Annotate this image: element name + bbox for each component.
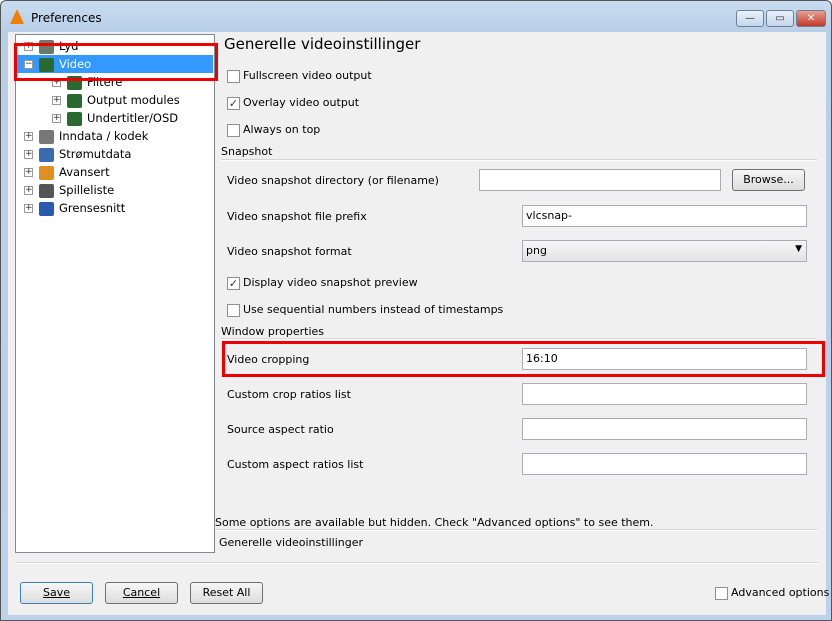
minimize-button[interactable]: — — [736, 10, 764, 27]
tree-item-avansert[interactable]: + Avansert — [16, 163, 213, 181]
divider — [221, 338, 817, 340]
sequential-numbers-label: Use sequential numbers instead of timest… — [243, 303, 504, 316]
tree-item-inndata-kodek[interactable]: + Inndata / kodek — [16, 127, 213, 145]
expand-icon[interactable]: + — [24, 186, 33, 195]
tree-item-output-modules[interactable]: + Output modules — [44, 91, 213, 109]
save-button[interactable]: Save — [20, 582, 93, 604]
snapshot-dir-label: Video snapshot directory (or filename) — [227, 174, 439, 187]
tree-item-grensesnitt[interactable]: + Grensesnitt — [16, 199, 213, 217]
custom-aspect-input[interactable] — [522, 453, 807, 475]
checkbox-box[interactable] — [227, 123, 240, 137]
tree-item-strømutdata[interactable]: + Strømutdata — [16, 145, 213, 163]
snapshot-section-label: Snapshot — [221, 145, 273, 158]
expand-icon[interactable]: + — [24, 150, 33, 159]
checkbox-box[interactable] — [227, 69, 240, 83]
preferences-window: Preferences — ▭ ✕ + Lyd − Video + Filtere + Out… — [0, 0, 832, 621]
source-aspect-input[interactable] — [522, 418, 807, 440]
window-properties-section-label: Window properties — [221, 325, 325, 338]
sequential-numbers-checkbox[interactable]: Use sequential numbers instead of timest… — [227, 303, 503, 317]
tree-item-label: Grensesnitt — [59, 201, 126, 215]
expand-icon[interactable]: + — [52, 96, 61, 105]
video-icon — [67, 93, 82, 108]
always-on-top-label: Always on top — [243, 123, 321, 136]
reset-all-button[interactable]: Reset All — [190, 582, 263, 604]
hidden-options-note: Some options are available but hidden. C… — [215, 516, 654, 529]
maximize-button[interactable]: ▭ — [766, 10, 794, 27]
overlay-label: Overlay video output — [243, 96, 360, 109]
interface-icon — [39, 201, 54, 216]
tree-item-label: Avansert — [59, 165, 110, 179]
client-area: + Lyd − Video + Filtere + Output modules + Undert… — [8, 32, 829, 615]
snapshot-preview-checkbox[interactable]: ✓ Display video snapshot preview — [227, 276, 418, 290]
divider — [215, 529, 818, 531]
expand-icon[interactable]: + — [52, 114, 61, 123]
checkbox-box[interactable] — [227, 303, 240, 317]
tree-item-label: Spilleliste — [59, 183, 115, 197]
custom-crop-label: Custom crop ratios list — [227, 388, 351, 401]
wrench-icon — [39, 165, 54, 180]
footer-title: Generelle videoinstillinger — [219, 536, 364, 549]
snapshot-prefix-label: Video snapshot file prefix — [227, 210, 367, 223]
browse-button[interactable]: Browse... — [732, 169, 805, 191]
input-codec-icon — [39, 129, 54, 144]
always-on-top-checkbox[interactable]: Always on top — [227, 123, 320, 137]
fullscreen-checkbox[interactable]: Fullscreen video output — [227, 69, 372, 83]
snapshot-preview-label: Display video snapshot preview — [243, 276, 418, 289]
globe-icon — [39, 147, 54, 162]
fullscreen-label: Fullscreen video output — [243, 69, 372, 82]
checkbox-box[interactable]: ✓ — [227, 276, 240, 290]
custom-crop-input[interactable] — [522, 383, 807, 405]
snapshot-dir-input[interactable] — [479, 169, 721, 191]
window-title: Preferences — [31, 11, 102, 25]
chevron-down-icon: ▼ — [795, 244, 802, 254]
snapshot-prefix-input[interactable]: vlcsnap- — [522, 205, 807, 227]
custom-aspect-label: Custom aspect ratios list — [227, 458, 364, 471]
checkbox-box[interactable]: ✓ — [227, 96, 240, 110]
snapshot-format-select[interactable]: png ▼ — [522, 240, 807, 262]
snapshot-format-label: Video snapshot format — [227, 245, 352, 258]
tree-item-label: Output modules — [87, 93, 180, 107]
tree-item-label: Undertitler/OSD — [87, 111, 179, 125]
category-tree: + Lyd − Video + Filtere + Output modules + Undert… — [15, 34, 215, 553]
highlight-box — [222, 341, 825, 377]
overlay-checkbox[interactable]: ✓ Overlay video output — [227, 96, 359, 110]
divider — [221, 159, 817, 161]
playlist-icon — [39, 183, 54, 198]
source-aspect-label: Source aspect ratio — [227, 423, 334, 436]
vlc-logo-icon — [10, 9, 24, 24]
expand-icon[interactable]: + — [24, 132, 33, 141]
close-button[interactable]: ✕ — [796, 10, 826, 27]
tree-item-undertitler-osd[interactable]: + Undertitler/OSD — [44, 109, 213, 127]
highlight-box — [14, 43, 218, 81]
advanced-options-checkbox[interactable]: Advanced options — [715, 586, 829, 600]
tree-item-spilleliste[interactable]: + Spilleliste — [16, 181, 213, 199]
expand-icon[interactable]: + — [24, 204, 33, 213]
divider — [15, 562, 818, 564]
page-title: Generelle videoinstillinger — [224, 35, 421, 53]
snapshot-format-value: png — [526, 244, 547, 257]
tree-item-label: Strømutdata — [59, 147, 132, 161]
video-icon — [67, 111, 82, 126]
cancel-button[interactable]: Cancel — [105, 582, 178, 604]
expand-icon[interactable]: + — [24, 168, 33, 177]
advanced-options-label: Advanced options — [731, 586, 830, 599]
tree-item-label: Inndata / kodek — [59, 129, 149, 143]
